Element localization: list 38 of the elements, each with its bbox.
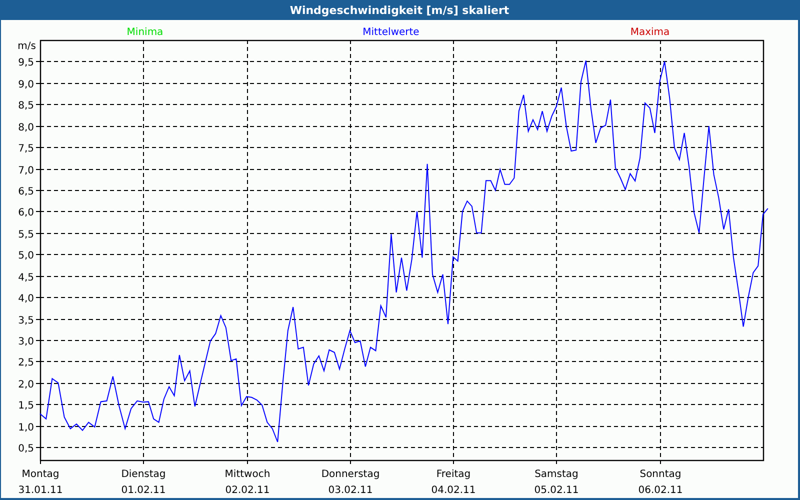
legend-label: Maxima: [630, 27, 670, 38]
y-tick-label: 4,0: [18, 294, 34, 304]
day-label: Mittwoch: [224, 469, 270, 480]
date-label: 02.02.11: [225, 485, 270, 496]
day-label: Dienstag: [121, 469, 166, 480]
y-tick-label: 2,5: [18, 358, 34, 368]
legend-label: Mittelwerte: [362, 27, 420, 38]
y-tick-label: 3,5: [18, 316, 34, 326]
y-tick-label: 5,0: [18, 250, 34, 262]
date-label: 31.01.11: [18, 485, 63, 496]
date-label: 03.02.11: [328, 485, 373, 496]
day-label: Donnerstag: [321, 469, 380, 480]
y-tick-label: 9,0: [18, 80, 34, 90]
y-axis-unit: m/s: [18, 41, 36, 52]
y-tick-label: 6,0: [18, 208, 34, 218]
y-tick-label: 5,5: [18, 230, 34, 240]
date-label: 06.02.11: [638, 485, 683, 496]
legend-label: Minima: [126, 27, 164, 38]
date-label: 05.02.11: [534, 485, 579, 496]
y-tick-label: 7,5: [18, 144, 34, 154]
y-tick-label: 9,5: [18, 58, 34, 68]
y-tick-label: 8,5: [18, 100, 34, 112]
y-tick-label: 6,5: [18, 186, 34, 198]
y-tick-label: 2,0: [18, 380, 34, 390]
day-label: Sonntag: [640, 469, 682, 480]
window-title: Windgeschwindigkeit [m/s] skaliert: [290, 4, 510, 16]
y-tick-label: 1,5: [18, 400, 34, 412]
y-tick-label: 1,0: [18, 422, 34, 434]
y-tick-label: 3,0: [18, 336, 34, 348]
day-label: Freitag: [436, 469, 471, 480]
y-tick-label: 8,0: [18, 122, 34, 134]
day-label: Montag: [22, 469, 60, 480]
y-tick-label: 4,5: [18, 272, 34, 284]
day-label: Samstag: [534, 469, 578, 480]
y-tick-label: 0,5: [18, 444, 34, 454]
date-label: 04.02.11: [431, 485, 476, 496]
y-tick-label: 7,0: [18, 166, 34, 176]
date-label: 01.02.11: [121, 485, 166, 496]
